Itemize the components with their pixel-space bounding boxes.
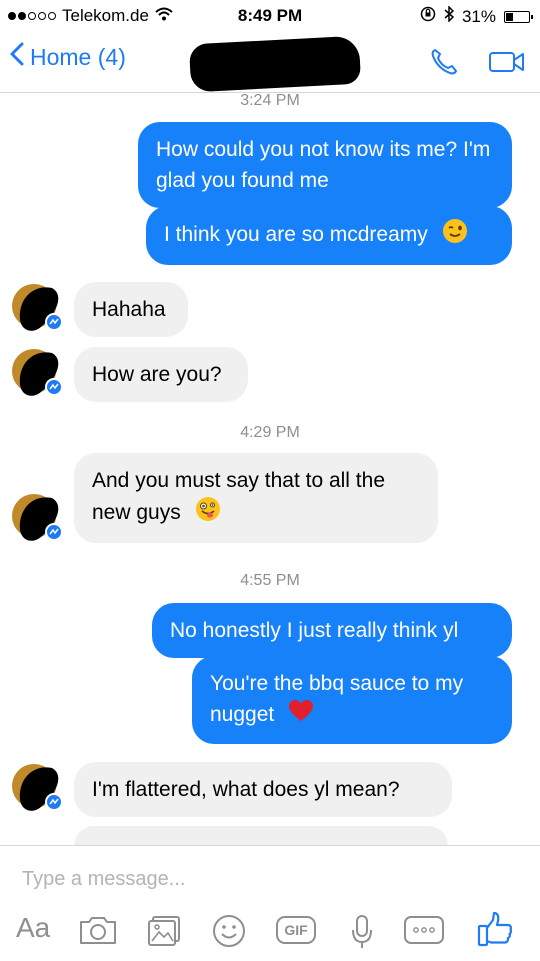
message-composer: Type a message... Aa GIF <box>0 845 540 961</box>
outgoing-message[interactable]: I think you are so mcdreamy <box>146 206 512 265</box>
back-button[interactable]: Home (4) <box>10 42 126 72</box>
redacted-contact-name[interactable] <box>188 35 362 93</box>
bluetooth-icon <box>444 5 455 27</box>
winking-face-icon <box>442 218 468 253</box>
incoming-message[interactable]: I'm flattered, what does yl mean? <box>74 762 452 817</box>
message-text: Hahaha <box>92 298 166 321</box>
thumbs-up-icon[interactable] <box>476 910 514 948</box>
conversation-header: Home (4) <box>0 32 540 93</box>
contact-avatar[interactable] <box>10 280 63 331</box>
text-format-button[interactable]: Aa <box>16 912 50 944</box>
chevron-left-icon <box>10 42 24 72</box>
incoming-message[interactable]: And you must say that to all the new guy… <box>74 453 438 543</box>
message-text: How are you? <box>92 363 222 386</box>
message-text: And you must say that to all the new guy… <box>92 469 385 525</box>
timestamp: 3:24 PM <box>240 92 300 109</box>
battery-icon <box>504 10 533 23</box>
incoming-message[interactable]: Hahaha <box>74 282 188 337</box>
message-text: I think you are so mcdreamy <box>164 223 428 247</box>
message-text: You're the bbq sauce to my nugget <box>210 672 464 727</box>
orientation-lock-icon <box>420 6 436 27</box>
microphone-icon[interactable] <box>350 914 374 950</box>
message-text: No honestly I just really think yl <box>170 619 459 642</box>
message-text: I'm flattered, what does yl mean? <box>92 778 400 801</box>
zany-face-icon <box>195 496 221 531</box>
timestamp: 4:55 PM <box>240 572 300 589</box>
status-right: 31% <box>420 5 533 27</box>
more-options-icon[interactable] <box>404 916 444 944</box>
gif-button[interactable]: GIF <box>276 916 316 944</box>
contact-avatar[interactable] <box>10 760 63 811</box>
battery-percent: 31% <box>461 6 496 26</box>
photo-gallery-icon[interactable] <box>146 914 182 948</box>
video-call-icon[interactable] <box>488 49 526 80</box>
incoming-message[interactable]: How are you? <box>74 347 248 402</box>
timestamp: 4:29 PM <box>240 424 300 441</box>
outgoing-message[interactable]: How could you not know its me? I'm glad … <box>138 122 512 208</box>
smiley-icon[interactable] <box>212 914 246 948</box>
composer-toolbar: Aa GIF <box>0 906 540 956</box>
red-heart-icon <box>288 699 314 732</box>
contact-avatar[interactable] <box>10 490 63 541</box>
contact-avatar[interactable] <box>10 345 63 396</box>
message-text: How could you not know its me? I'm glad … <box>156 138 491 192</box>
status-bar: Telekom.de 8:49 PM 31% <box>0 0 540 32</box>
camera-icon[interactable] <box>78 914 118 946</box>
header-actions <box>428 46 526 83</box>
outgoing-message[interactable]: You're the bbq sauce to my nugget <box>192 656 512 744</box>
message-input[interactable]: Type a message... <box>22 868 185 891</box>
back-label: Home (4) <box>30 43 126 70</box>
phone-call-icon[interactable] <box>428 46 460 83</box>
outgoing-message[interactable]: No honestly I just really think yl <box>152 603 512 658</box>
